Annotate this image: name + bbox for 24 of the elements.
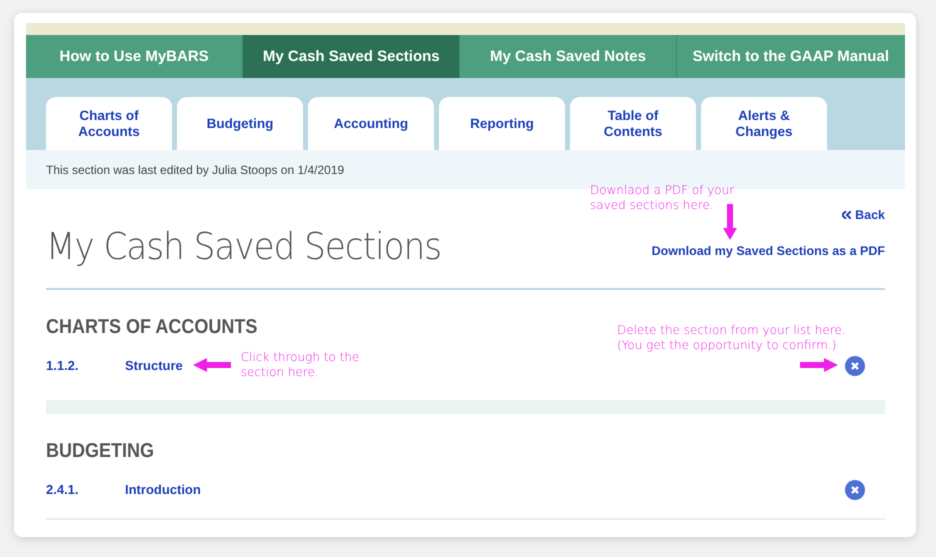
page-title: My Cash Saved Sections xyxy=(46,225,442,270)
download-link[interactable]: Download my Saved Sections as a PDF xyxy=(652,244,885,258)
section-heading: CHARTS OF ACCOUNTS xyxy=(46,316,258,339)
category-tab[interactable]: Charts of Accounts xyxy=(46,97,172,150)
arrow-icon xyxy=(800,358,838,372)
back-link[interactable]: Back xyxy=(842,208,885,222)
annotation-text: Click through to the section here. xyxy=(240,350,360,380)
double-chevron-icon xyxy=(842,211,852,219)
category-tab[interactable]: Accounting xyxy=(308,97,434,150)
category-tab[interactable]: Budgeting xyxy=(177,97,303,150)
arrow-icon xyxy=(723,204,737,240)
annotation-text: Delete the section from your list here. (You get the opportunity to confirm.) xyxy=(617,323,847,353)
section-link[interactable]: Introduction xyxy=(125,482,201,496)
section-heading: BUDGETING xyxy=(46,440,154,463)
section-number: 1.1.2. xyxy=(46,358,80,372)
section-link[interactable]: Structure xyxy=(125,358,183,372)
category-tab[interactable]: Alerts & Changes xyxy=(701,97,827,150)
close-icon xyxy=(851,362,859,370)
close-icon xyxy=(851,486,859,494)
arrow-icon xyxy=(192,358,231,372)
section-number: 2.4.1. xyxy=(46,482,80,496)
category-tab[interactable]: Reporting xyxy=(439,97,565,150)
nav-tab[interactable]: My Cash Saved Sections xyxy=(243,35,460,78)
category-tab[interactable]: Table of Contents xyxy=(570,97,696,150)
